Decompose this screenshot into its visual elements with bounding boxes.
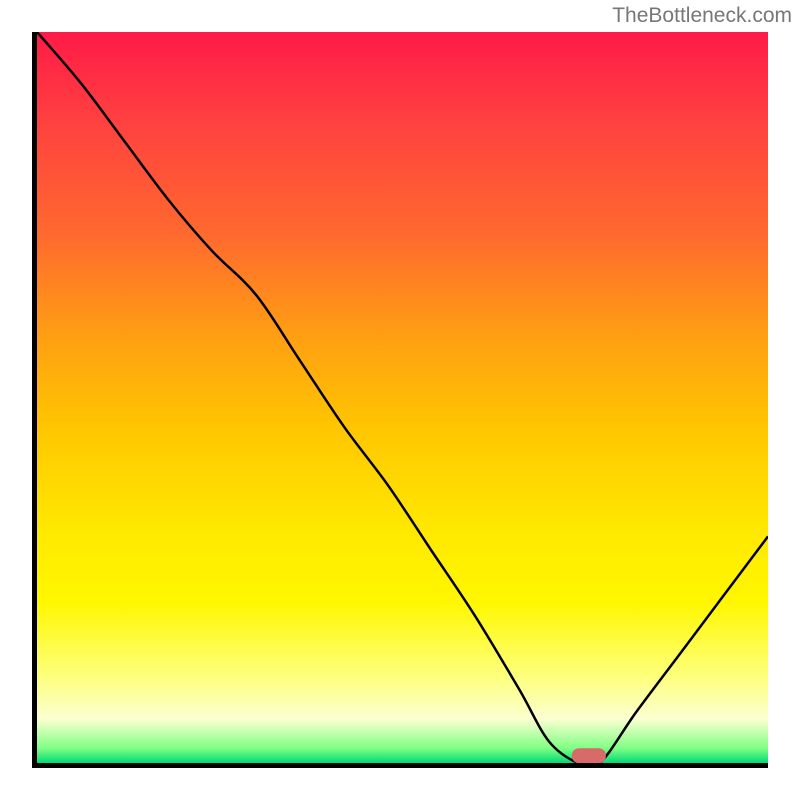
plot-area — [32, 32, 768, 768]
watermark-text: TheBottleneck.com — [612, 4, 792, 28]
bottleneck-curve — [37, 32, 768, 763]
chart-svg — [37, 32, 768, 763]
chart-container: TheBottleneck.com — [0, 0, 800, 800]
optimum-marker — [572, 748, 606, 763]
